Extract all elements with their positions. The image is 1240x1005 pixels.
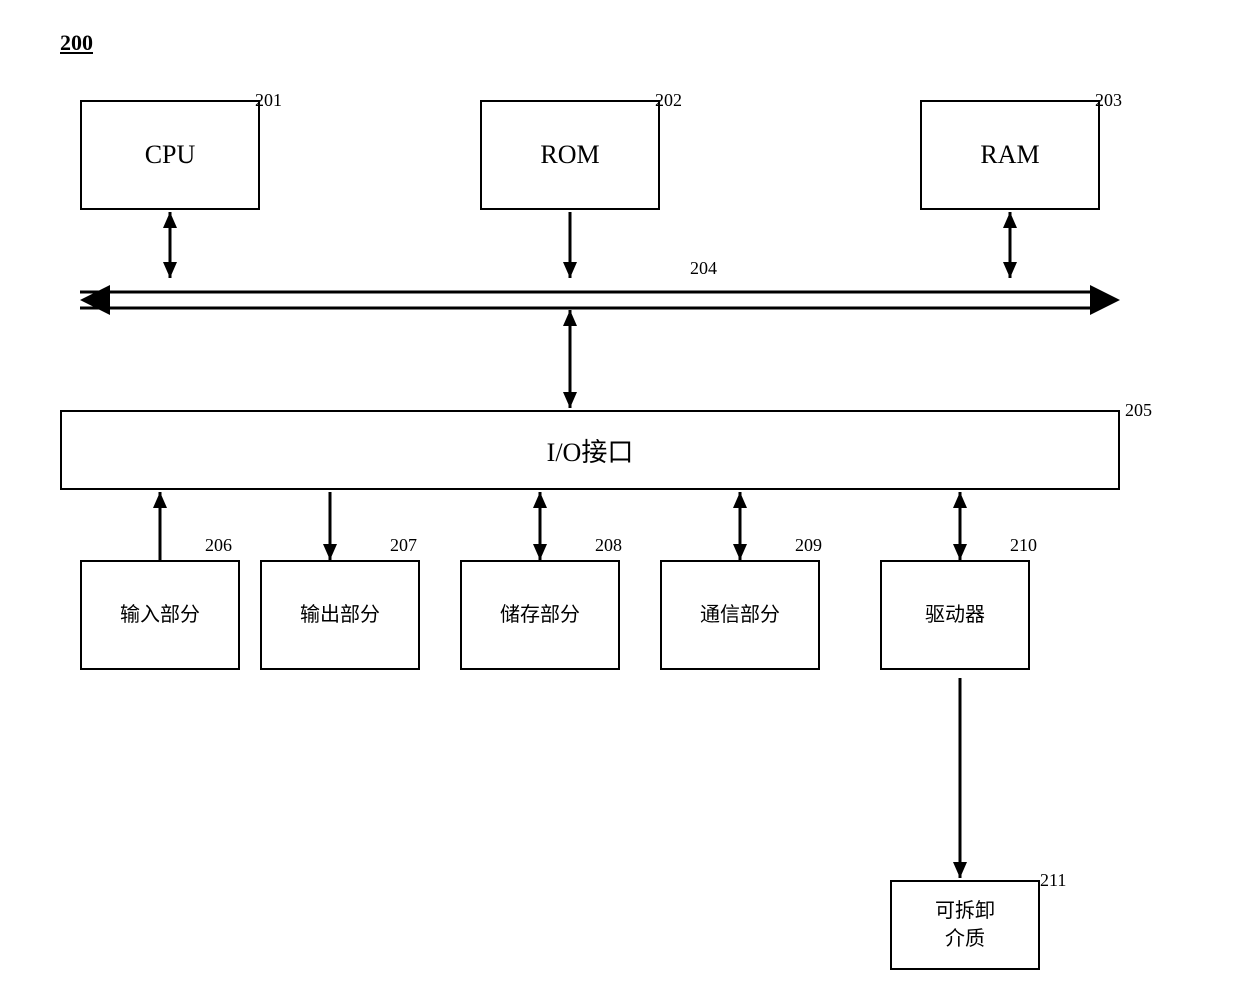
diagram-container: 200 CPU 201 ROM 202 RAM 203 204 <box>60 30 1180 970</box>
media-ref: 211 <box>1040 870 1066 891</box>
io-box: I/O接口 <box>60 410 1120 490</box>
io-ref: 205 <box>1125 400 1152 421</box>
input-label: 输入部分 <box>120 601 200 629</box>
io-label: I/O接口 <box>547 432 634 469</box>
driver-label: 驱动器 <box>925 601 985 629</box>
storage-ref: 208 <box>595 535 622 556</box>
storage-label: 储存部分 <box>500 601 580 629</box>
driver-ref: 210 <box>1010 535 1037 556</box>
output-box: 输出部分 <box>260 560 420 670</box>
driver-box: 驱动器 <box>880 560 1030 670</box>
input-ref: 206 <box>205 535 232 556</box>
output-ref: 207 <box>390 535 417 556</box>
media-label: 可拆卸 介质 <box>935 897 995 953</box>
diagram-svg <box>60 30 1160 980</box>
output-label: 输出部分 <box>300 601 380 629</box>
media-box: 可拆卸 介质 <box>890 880 1040 970</box>
communication-ref: 209 <box>795 535 822 556</box>
communication-label: 通信部分 <box>700 601 780 629</box>
storage-box: 储存部分 <box>460 560 620 670</box>
input-box: 输入部分 <box>80 560 240 670</box>
communication-box: 通信部分 <box>660 560 820 670</box>
